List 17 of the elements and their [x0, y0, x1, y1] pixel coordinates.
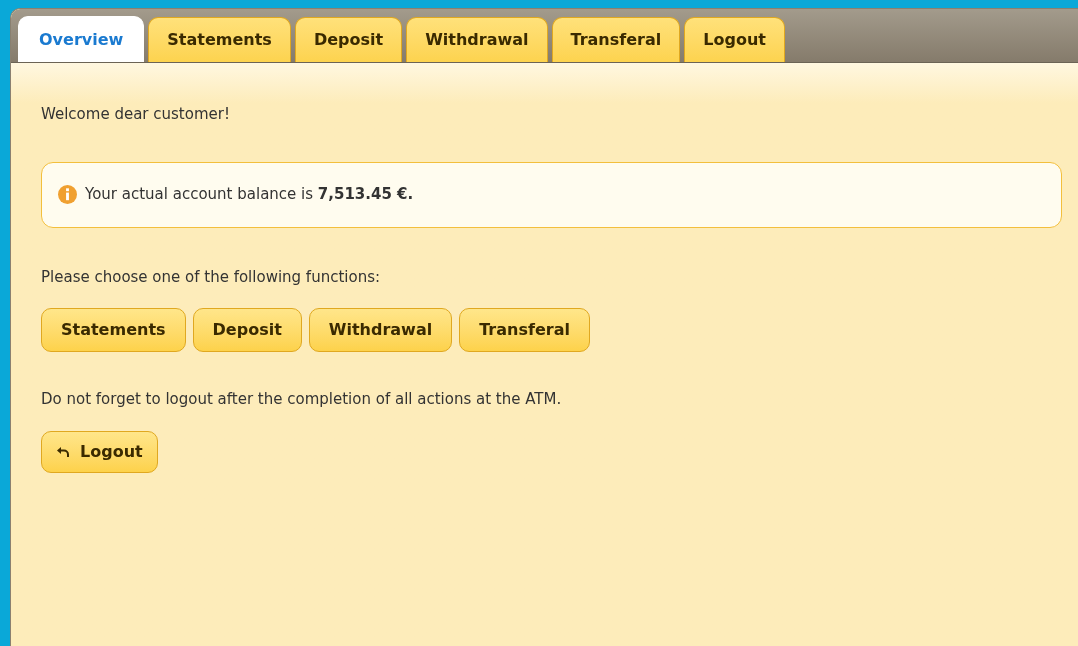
tab[interactable]: Overview: [18, 16, 145, 62]
function-button[interactable]: Statements: [41, 308, 186, 352]
info-icon: [58, 185, 77, 204]
prompt-text: Please choose one of the following functions:: [41, 266, 380, 288]
reminder-text: Do not forget to logout after the completion of all actions at the ATM.: [41, 389, 562, 410]
function-button[interactable]: Deposit: [192, 308, 302, 352]
logout-button[interactable]: Logout: [41, 430, 158, 473]
welcome-text: Welcome dear customer!: [41, 104, 230, 125]
tab[interactable]: Deposit: [294, 17, 403, 62]
tab[interactable]: Statements: [148, 17, 291, 62]
function-button[interactable]: Withdrawal: [308, 308, 453, 352]
tab[interactable]: Withdrawal: [406, 17, 548, 62]
function-button[interactable]: Transferal: [459, 308, 590, 352]
undo-arrow-icon: [56, 445, 70, 458]
balance-text: Your actual account balance is 7,513.45 €.: [85, 184, 414, 206]
tab[interactable]: Logout: [684, 17, 785, 62]
tab[interactable]: Transferal: [551, 17, 681, 62]
